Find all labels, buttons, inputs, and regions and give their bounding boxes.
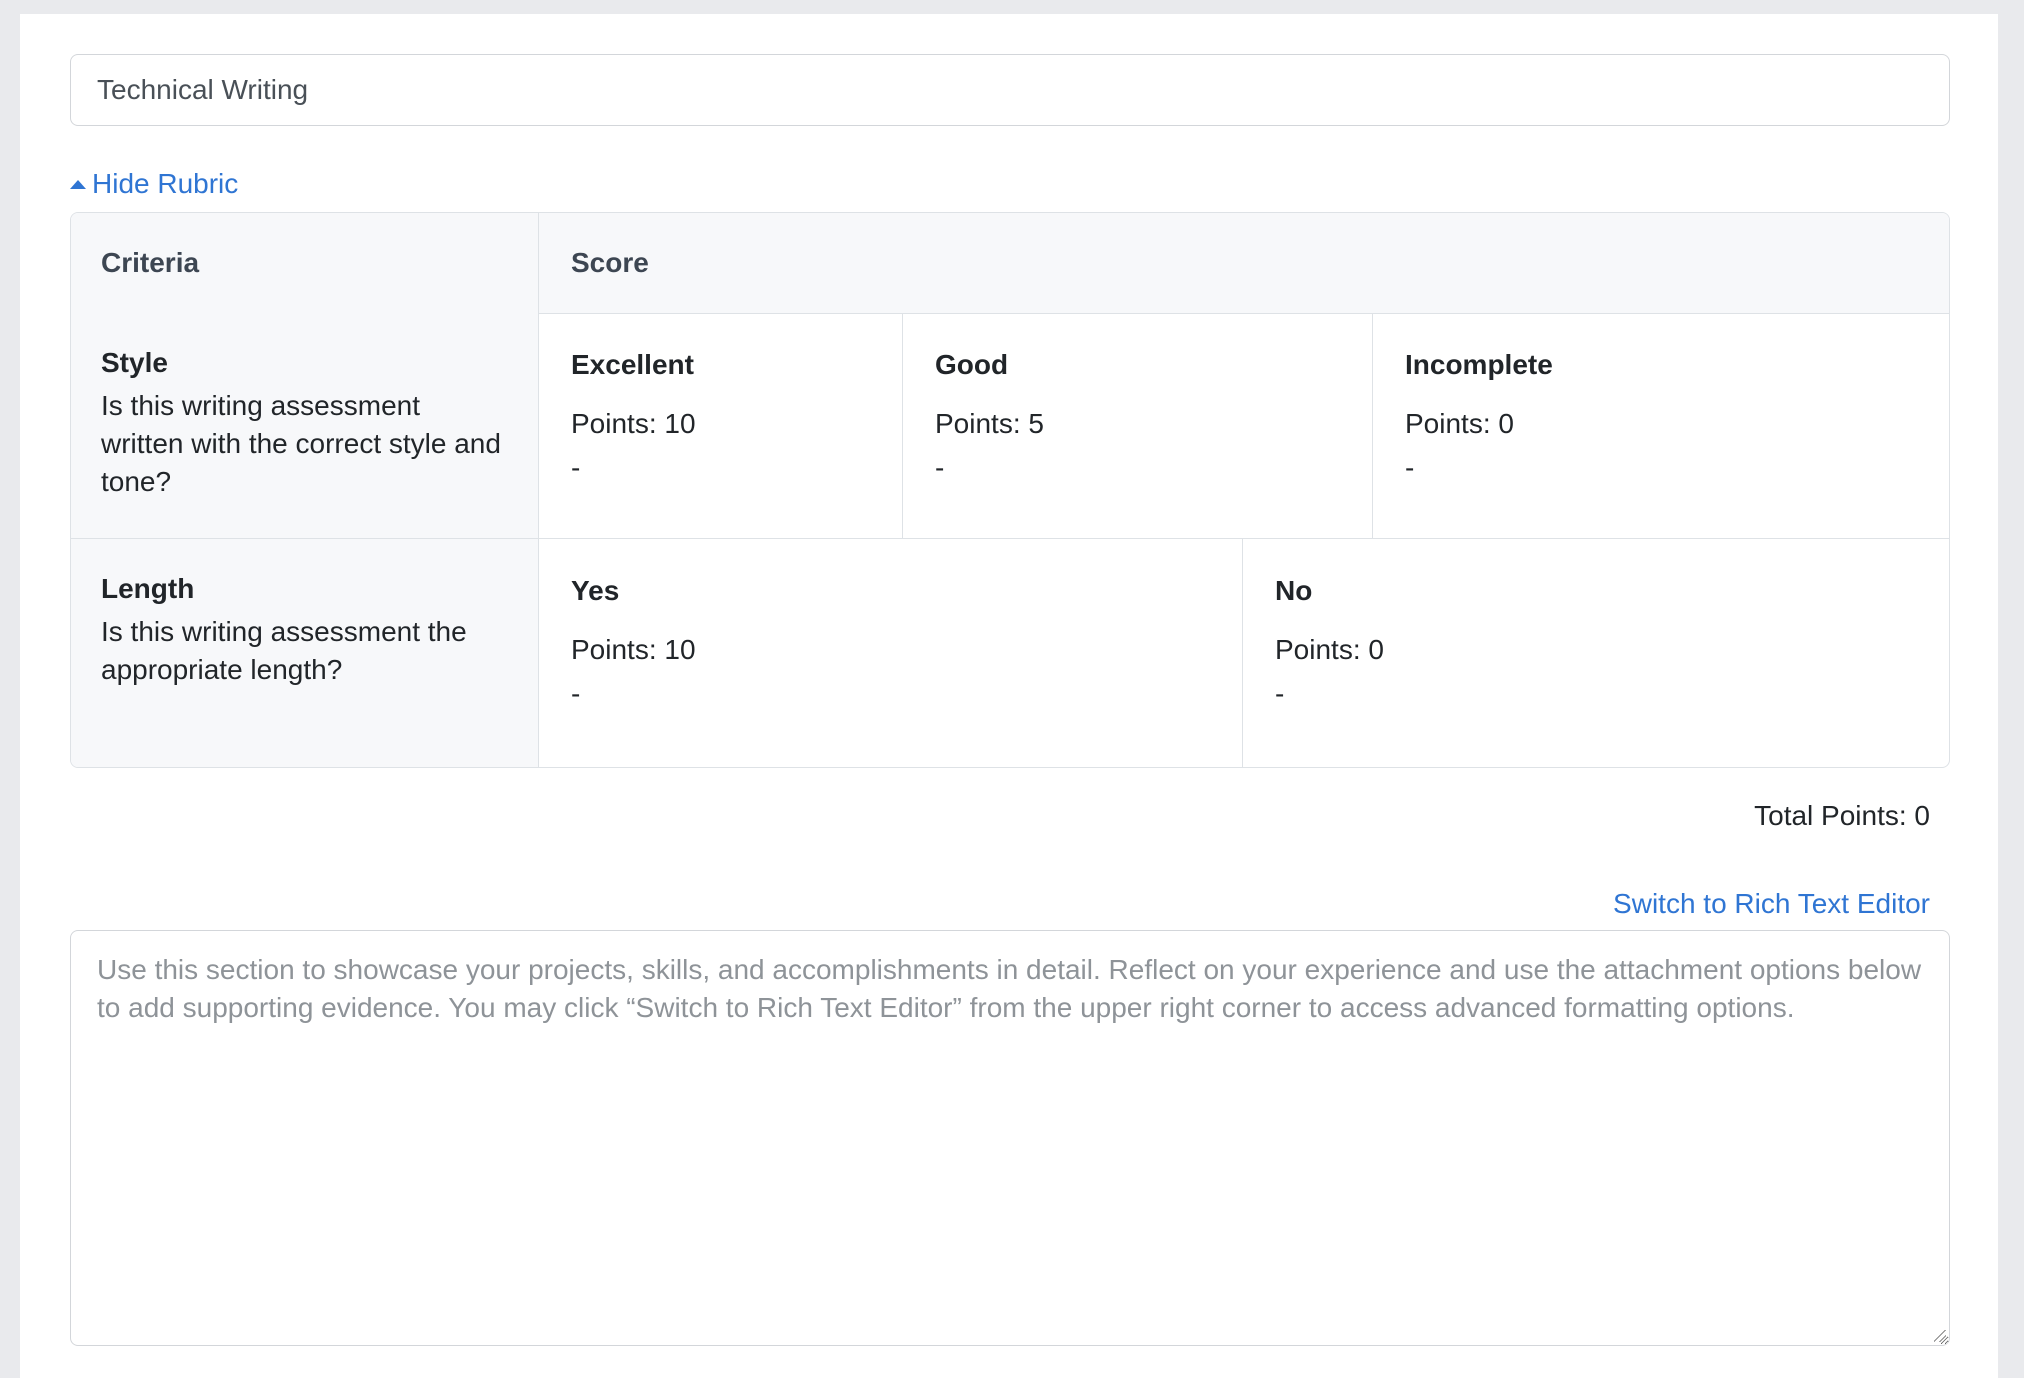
hide-rubric-toggle[interactable]: Hide Rubric	[70, 166, 238, 202]
level-name: No	[1275, 575, 1313, 606]
reflection-textarea[interactable]	[70, 930, 1950, 1346]
criterion-description: Is this writing assessment the appropria…	[101, 616, 467, 685]
level-description: -	[571, 678, 581, 709]
level-points: Points: 10	[571, 634, 696, 665]
level-name: Excellent	[571, 349, 694, 380]
total-points: Total Points: 0	[1754, 800, 1930, 831]
title-input[interactable]	[70, 54, 1950, 126]
level-description: -	[1405, 452, 1415, 483]
criterion-cell: Length Is this writing assessment the ap…	[71, 539, 539, 767]
criterion-row-style: Style Is this writing assessment written…	[71, 313, 1949, 539]
level-points: Points: 0	[1275, 634, 1384, 665]
criteria-header: Criteria	[71, 213, 539, 313]
score-header: Score	[571, 247, 649, 278]
level-points: Points: 5	[935, 408, 1044, 439]
level-description: -	[571, 452, 581, 483]
criterion-name: Length	[101, 573, 195, 604]
level-name: Yes	[571, 575, 620, 606]
level-points: Points: 0	[1405, 408, 1514, 439]
rubric-header-row: Criteria Score	[71, 213, 1949, 314]
level-cell-good[interactable]: Good Points: 5 -	[903, 313, 1373, 538]
level-name: Incomplete	[1405, 349, 1553, 380]
level-name: Good	[935, 349, 1009, 380]
rubric-table: Criteria Score Style Is this writing ass…	[70, 212, 1950, 768]
switch-to-rich-text-editor-link[interactable]: Switch to Rich Text Editor	[1613, 888, 1930, 920]
criterion-cell: Style Is this writing assessment written…	[71, 313, 539, 538]
content-panel: Hide Rubric Criteria Score Style Is this…	[20, 14, 1998, 1378]
level-cell-incomplete[interactable]: Incomplete Points: 0 -	[1373, 313, 1949, 538]
level-points: Points: 10	[571, 408, 696, 439]
criterion-description: Is this writing assessment written with …	[101, 390, 501, 497]
level-description: -	[1275, 678, 1285, 709]
level-cell-excellent[interactable]: Excellent Points: 10 -	[539, 313, 903, 538]
criterion-row-length: Length Is this writing assessment the ap…	[71, 539, 1949, 767]
level-description: -	[935, 452, 945, 483]
criterion-name: Style	[101, 347, 168, 378]
level-cell-yes[interactable]: Yes Points: 10 -	[539, 539, 1243, 767]
caret-up-icon	[70, 179, 86, 189]
hide-rubric-label: Hide Rubric	[92, 168, 239, 199]
level-cell-no[interactable]: No Points: 0 -	[1243, 539, 1949, 767]
